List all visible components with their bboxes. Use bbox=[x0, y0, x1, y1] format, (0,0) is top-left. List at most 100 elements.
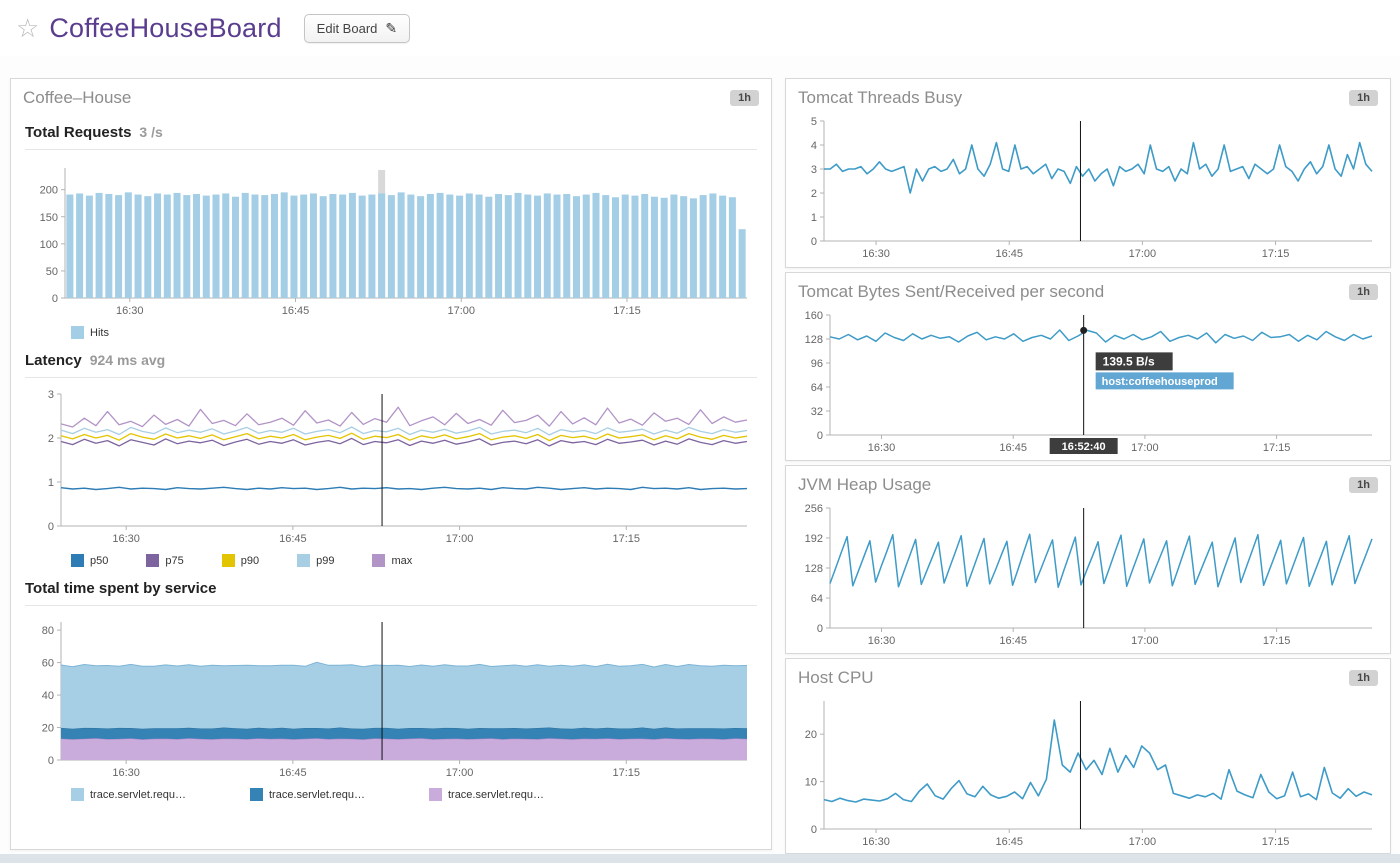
svg-text:host:coffeehouseprod: host:coffeehouseprod bbox=[1102, 376, 1218, 388]
section-value: 3 /s bbox=[139, 124, 163, 140]
svg-text:17:00: 17:00 bbox=[446, 767, 474, 779]
total-requests-chart[interactable]: 0 50 100 150 200 16:30 16:45 17:00 17:15 bbox=[25, 160, 757, 320]
legend-swatch bbox=[372, 554, 386, 567]
panel-header: Tomcat Threads Busy 1h bbox=[786, 79, 1390, 113]
svg-text:16:30: 16:30 bbox=[112, 533, 140, 545]
legend-swatch bbox=[146, 554, 160, 567]
svg-text:100: 100 bbox=[40, 239, 58, 251]
bytes-chart[interactable]: 0 32 64 96 128 160 16:30 16:45 17:00 17:15 139.5 B… bbox=[794, 307, 1382, 457]
svg-text:60: 60 bbox=[42, 658, 54, 670]
legend-item[interactable]: trace.servlet.requ… bbox=[71, 788, 186, 801]
board-title: CoffeeHouseBoard bbox=[49, 12, 282, 43]
svg-text:0: 0 bbox=[817, 430, 823, 442]
legend-item[interactable]: p75 bbox=[146, 554, 184, 567]
time-range-badge[interactable]: 1h bbox=[1349, 284, 1378, 300]
svg-text:5: 5 bbox=[811, 116, 817, 128]
svg-text:40: 40 bbox=[42, 690, 54, 702]
legend-label: trace.servlet.requ… bbox=[90, 788, 186, 801]
svg-text:16:45: 16:45 bbox=[279, 533, 307, 545]
panel-title: Tomcat Bytes Sent/Received per second bbox=[798, 282, 1105, 301]
svg-text:2: 2 bbox=[811, 188, 817, 200]
svg-text:16:45: 16:45 bbox=[282, 305, 310, 317]
time-range-badge[interactable]: 1h bbox=[730, 90, 759, 106]
svg-text:0: 0 bbox=[48, 755, 54, 767]
legend-item[interactable]: Hits bbox=[71, 326, 109, 339]
panel-tomcat-bytes: Tomcat Bytes Sent/Received per second 1h… bbox=[785, 272, 1391, 461]
svg-text:160: 160 bbox=[805, 310, 823, 322]
svg-text:0: 0 bbox=[48, 521, 54, 533]
legend-swatch bbox=[297, 554, 311, 567]
svg-text:16:45: 16:45 bbox=[999, 442, 1027, 454]
section-value: 924 ms avg bbox=[89, 352, 166, 368]
panel-title: Coffee–House bbox=[23, 88, 132, 107]
section-title: Total Requests bbox=[25, 124, 132, 141]
svg-text:96: 96 bbox=[811, 358, 823, 370]
time-range-badge[interactable]: 1h bbox=[1349, 670, 1378, 686]
edit-board-label: Edit Board bbox=[316, 20, 378, 36]
panel-host-cpu: Host CPU 1h 0 10 20 16:30 16:45 17:00 17:15 bbox=[785, 658, 1391, 854]
svg-text:17:15: 17:15 bbox=[612, 533, 640, 545]
panel-title: JVM Heap Usage bbox=[798, 475, 932, 494]
section-total-requests: Total Requests 3 /s 0 50 100 150 200 16:30 16:… bbox=[11, 115, 771, 341]
svg-text:17:00: 17:00 bbox=[1129, 836, 1157, 848]
panel-header: Tomcat Bytes Sent/Received per second 1h bbox=[786, 273, 1390, 307]
legend-item[interactable]: p99 bbox=[297, 554, 334, 567]
jvm-heap-chart[interactable]: 0 64 128 192 256 16:30 16:45 17:00 17:15 bbox=[794, 500, 1382, 650]
latency-chart[interactable]: 0 1 2 3 16:30 16:45 17:00 17:15 bbox=[25, 386, 757, 548]
panel-coffee-house: Coffee–House 1h Total Requests 3 /s 0 50 1… bbox=[10, 78, 772, 850]
svg-text:17:15: 17:15 bbox=[1262, 248, 1290, 260]
total-requests-legend: Hits bbox=[25, 320, 757, 341]
pencil-icon: ✎ bbox=[385, 19, 398, 36]
svg-text:139.5 B/s: 139.5 B/s bbox=[1103, 354, 1155, 368]
legend-swatch bbox=[428, 788, 442, 801]
legend-swatch bbox=[71, 326, 84, 339]
legend-label: p99 bbox=[316, 554, 335, 567]
legend-item[interactable]: p90 bbox=[221, 554, 260, 567]
svg-text:192: 192 bbox=[805, 533, 823, 545]
top-bar: ☆ CoffeeHouseBoard Edit Board ✎ bbox=[0, 0, 1400, 56]
legend-label: trace.servlet.requ… bbox=[447, 788, 544, 801]
svg-text:32: 32 bbox=[811, 406, 823, 418]
svg-text:16:30: 16:30 bbox=[868, 442, 896, 454]
section-header: Latency 924 ms avg bbox=[25, 343, 757, 378]
svg-text:0: 0 bbox=[811, 236, 817, 248]
legend-item[interactable]: max bbox=[372, 554, 412, 567]
panel-title: Host CPU bbox=[798, 668, 874, 687]
legend-swatch bbox=[71, 788, 84, 801]
svg-text:17:00: 17:00 bbox=[446, 533, 474, 545]
svg-text:0: 0 bbox=[817, 623, 823, 635]
edit-board-button[interactable]: Edit Board ✎ bbox=[303, 13, 411, 43]
panel-header: Host CPU 1h bbox=[786, 659, 1390, 693]
svg-text:17:15: 17:15 bbox=[1262, 836, 1290, 848]
svg-text:80: 80 bbox=[42, 625, 54, 637]
host-cpu-chart[interactable]: 0 10 20 16:30 16:45 17:00 17:15 bbox=[794, 693, 1382, 851]
time-by-service-chart[interactable]: 0 20 40 60 80 16:30 16:45 17:00 17:15 bbox=[25, 614, 757, 782]
svg-text:4: 4 bbox=[811, 140, 817, 152]
legend-item[interactable]: trace.servlet.requ… bbox=[249, 788, 365, 801]
legend-item[interactable]: trace.servlet.requ… bbox=[428, 788, 544, 801]
svg-text:1: 1 bbox=[48, 477, 54, 489]
svg-text:17:15: 17:15 bbox=[1263, 635, 1291, 647]
section-time-by-service: Total time spent by service 0 20 40 60 80 16:… bbox=[11, 571, 771, 803]
svg-text:16:45: 16:45 bbox=[279, 767, 307, 779]
legend-label: p75 bbox=[165, 554, 184, 567]
legend-label: p90 bbox=[240, 554, 260, 567]
star-icon[interactable]: ☆ bbox=[16, 15, 39, 41]
svg-text:50: 50 bbox=[46, 266, 58, 278]
svg-text:150: 150 bbox=[40, 212, 58, 224]
time-range-badge[interactable]: 1h bbox=[1349, 90, 1378, 106]
svg-text:10: 10 bbox=[805, 777, 817, 789]
panel-header: JVM Heap Usage 1h bbox=[786, 466, 1390, 500]
svg-text:17:15: 17:15 bbox=[612, 767, 640, 779]
svg-text:16:30: 16:30 bbox=[112, 767, 140, 779]
section-header: Total Requests 3 /s bbox=[25, 115, 757, 150]
svg-text:16:30: 16:30 bbox=[868, 635, 896, 647]
threads-busy-chart[interactable]: 0 1 2 3 4 5 16:30 16:45 17:00 17:15 bbox=[794, 113, 1382, 263]
time-range-badge[interactable]: 1h bbox=[1349, 477, 1378, 493]
svg-text:17:00: 17:00 bbox=[447, 305, 475, 317]
bottom-scroll-area bbox=[0, 854, 1400, 863]
svg-text:0: 0 bbox=[52, 293, 58, 305]
svg-text:128: 128 bbox=[805, 334, 823, 346]
svg-text:16:45: 16:45 bbox=[999, 635, 1027, 647]
legend-item[interactable]: p50 bbox=[71, 554, 108, 567]
